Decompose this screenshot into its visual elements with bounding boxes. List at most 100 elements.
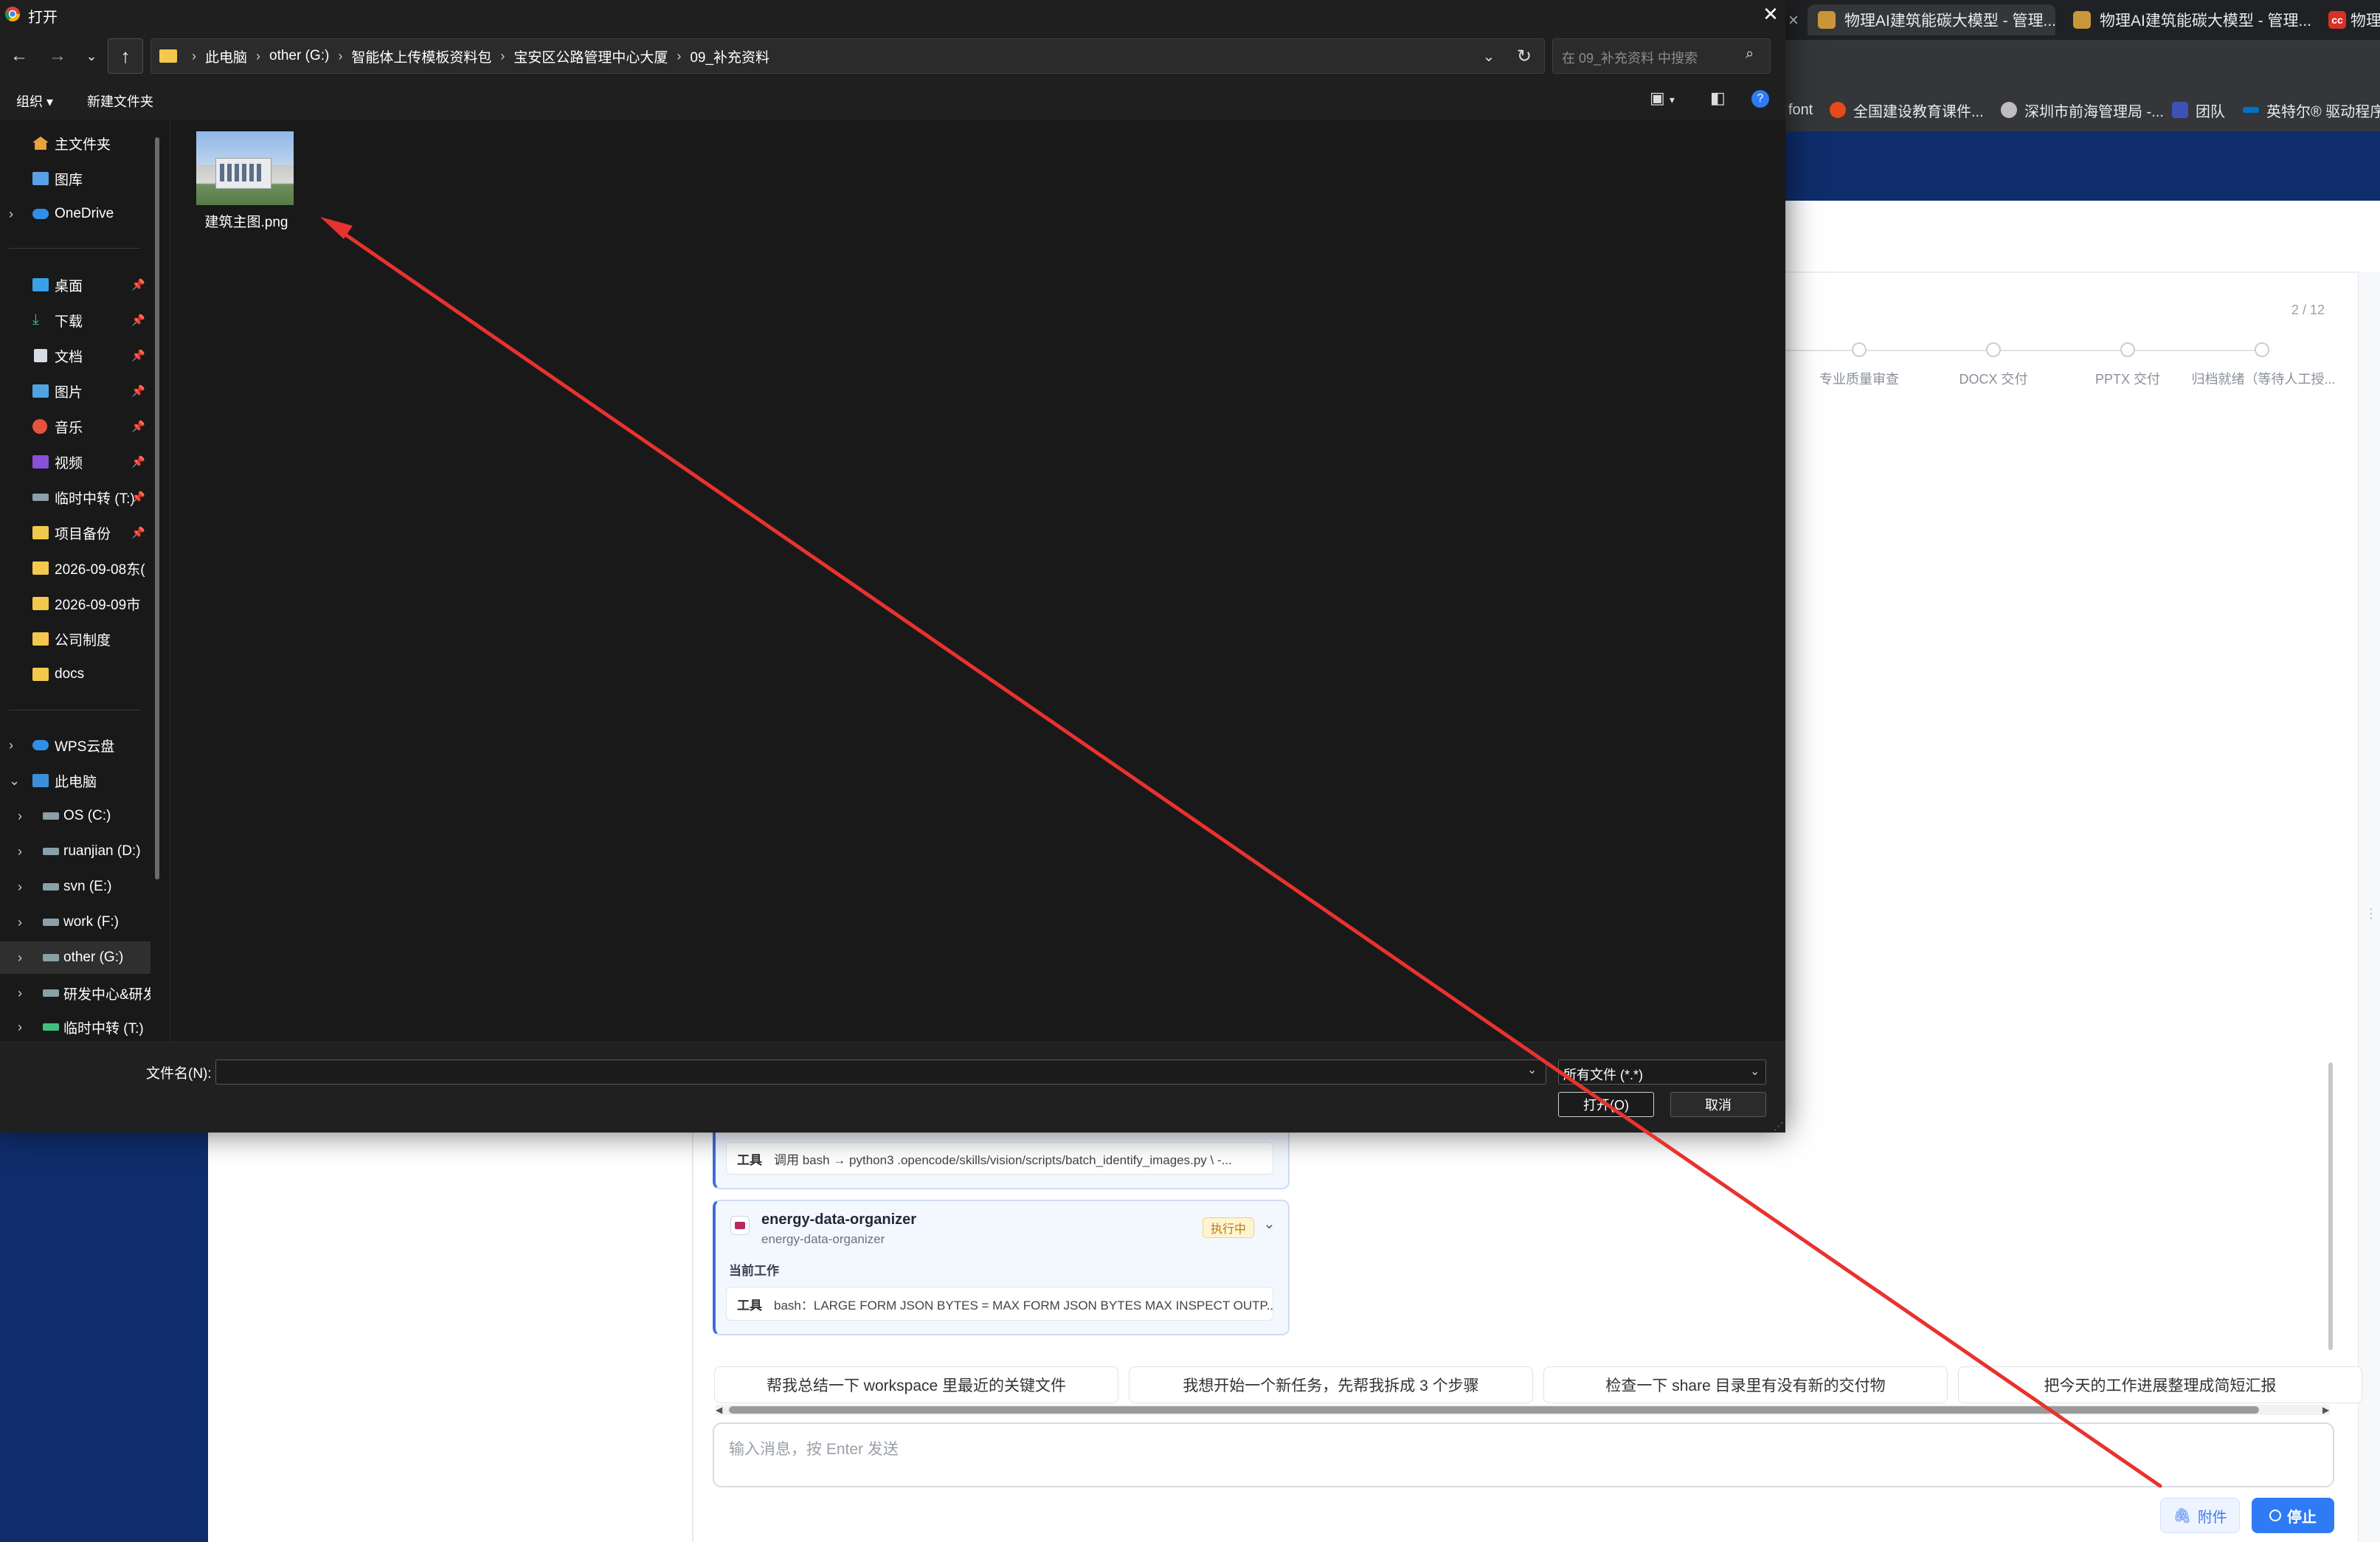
pin-icon[interactable]: 📌 bbox=[131, 278, 145, 291]
browser-tab[interactable]: 物理AI建筑能碳大模型 - 管理... × bbox=[2063, 4, 2311, 35]
chevron-right-icon[interactable]: › bbox=[18, 915, 22, 930]
forward-arrow-icon[interactable]: → bbox=[43, 41, 72, 71]
nav-item-drive[interactable]: › 临时中转 (T:) bbox=[0, 1012, 151, 1042]
nav-item-home[interactable]: 主文件夹 bbox=[0, 127, 151, 159]
pin-icon[interactable]: 📌 bbox=[131, 349, 145, 362]
nav-item-drive[interactable]: › work (F:) bbox=[0, 906, 151, 938]
panel-scrollbar[interactable] bbox=[2328, 1062, 2333, 1350]
breadcrumb-item[interactable]: 09_补充资料 bbox=[690, 46, 769, 66]
file-type-select[interactable]: 所有文件 (*.*) bbox=[1558, 1059, 1766, 1085]
drag-handle-icon[interactable]: ⋮ bbox=[2365, 906, 2378, 922]
step-label: 归档就绪（等待人工授... bbox=[2191, 372, 2336, 387]
chevron-right-icon[interactable]: › bbox=[256, 49, 260, 64]
bookmark-item[interactable]: 团队 bbox=[2172, 97, 2225, 122]
browser-tab[interactable]: cc 物理 bbox=[2322, 4, 2380, 35]
chevron-right-icon[interactable]: › bbox=[192, 49, 196, 64]
recent-locations-chevron-icon[interactable]: ⌄ bbox=[77, 41, 106, 71]
scroll-left-icon[interactable]: ◀ bbox=[716, 1405, 722, 1415]
bookmark-item[interactable]: 英特尔® 驱动程序... bbox=[2243, 97, 2380, 122]
nav-item-drive[interactable]: › svn (E:) bbox=[0, 871, 151, 903]
pin-icon[interactable]: 📌 bbox=[131, 455, 145, 469]
nav-item-quick[interactable]: ⤓ 下载 📌 bbox=[0, 304, 151, 336]
nav-item-quick[interactable]: 公司制度 bbox=[0, 623, 151, 655]
suggestion-chip[interactable]: 检查一下 share 目录里有没有新的交付物 bbox=[1543, 1366, 1948, 1403]
nav-item-gallery[interactable]: 图库 bbox=[0, 162, 151, 195]
nav-scrollbar[interactable] bbox=[155, 137, 159, 879]
back-arrow-icon[interactable]: ← bbox=[4, 41, 34, 71]
chevron-right-icon[interactable]: › bbox=[18, 809, 22, 824]
chevron-right-icon[interactable]: › bbox=[18, 879, 22, 895]
file-name[interactable]: 建筑主图.png bbox=[174, 211, 319, 231]
pin-icon[interactable]: 📌 bbox=[131, 314, 145, 327]
breadcrumb-item[interactable]: 智能体上传模板资料包 bbox=[351, 46, 491, 66]
breadcrumb-item[interactable]: 宝安区公路管理中心大厦 bbox=[513, 46, 668, 66]
organize-menu[interactable]: 组织 ▾ bbox=[16, 91, 53, 111]
pin-icon[interactable]: 📌 bbox=[131, 491, 145, 504]
nav-item-quick[interactable]: 项目备份 📌 bbox=[0, 516, 151, 549]
close-icon[interactable]: ✕ bbox=[1756, 0, 1785, 28]
pin-icon[interactable]: 📌 bbox=[131, 384, 145, 398]
new-folder-button[interactable]: 新建文件夹 bbox=[87, 91, 153, 111]
chevron-right-icon[interactable]: › bbox=[18, 950, 22, 966]
bookmark-item[interactable]: 全国建设教育课件... bbox=[1830, 97, 1984, 122]
nav-item-quick[interactable]: 临时中转 (T:) 📌 bbox=[0, 481, 151, 514]
nav-item-drive[interactable]: › ruanjian (D:) bbox=[0, 835, 151, 868]
help-icon[interactable]: ? bbox=[1751, 90, 1769, 108]
stop-button[interactable]: 停止 bbox=[2252, 1498, 2334, 1533]
nav-item-wps[interactable]: › WPS云盘 bbox=[0, 729, 151, 761]
chevron-right-icon[interactable]: › bbox=[500, 49, 505, 64]
nav-item-quick[interactable]: 文档 📌 bbox=[0, 339, 151, 372]
chevron-right-icon[interactable]: › bbox=[9, 738, 13, 753]
up-arrow-icon[interactable]: ↑ bbox=[108, 38, 143, 74]
chevron-down-icon[interactable]: ⌄ bbox=[1527, 1062, 1537, 1077]
nav-item-quick[interactable]: 音乐 📌 bbox=[0, 410, 151, 443]
bookmark-item[interactable]: font bbox=[1788, 97, 1813, 122]
address-dropdown-icon[interactable]: ⌄ bbox=[1474, 38, 1504, 74]
breadcrumb-item[interactable]: other (G:) bbox=[269, 48, 329, 64]
nav-item-quick[interactable]: 视频 📌 bbox=[0, 446, 151, 478]
open-button[interactable]: 打开(O) bbox=[1558, 1092, 1654, 1117]
chevron-right-icon[interactable]: › bbox=[338, 49, 342, 64]
attach-button[interactable]: 🖇 附件 bbox=[2160, 1498, 2240, 1533]
nav-item-quick[interactable]: 图片 📌 bbox=[0, 375, 151, 407]
search-input[interactable]: 在 09_补充资料 中搜索 bbox=[1552, 38, 1771, 74]
filename-input[interactable] bbox=[215, 1059, 1546, 1085]
pin-icon[interactable]: 📌 bbox=[131, 526, 145, 539]
suggestion-chip[interactable]: 我想开始一个新任务，先帮我拆成 3 个步骤 bbox=[1129, 1366, 1533, 1403]
nav-item-drive[interactable]: › OS (C:) bbox=[0, 800, 151, 832]
chevron-right-icon[interactable]: › bbox=[18, 844, 22, 860]
breadcrumb-item[interactable]: 此电脑 bbox=[205, 46, 247, 66]
nav-item-quick[interactable]: docs bbox=[0, 658, 151, 691]
nav-item-quick[interactable]: 2026-09-09市 bbox=[0, 587, 151, 620]
nav-item-drive[interactable]: › 研发中心&研发 bbox=[0, 977, 151, 1009]
suggestion-chip[interactable]: 把今天的工作进展整理成简短汇报 bbox=[1958, 1366, 2362, 1403]
refresh-icon[interactable]: ↻ bbox=[1508, 38, 1540, 74]
chevron-down-icon[interactable]: ⌄ bbox=[1750, 1064, 1760, 1079]
chevron-down-icon[interactable]: ⌄ bbox=[9, 773, 20, 789]
scrollbar-thumb[interactable] bbox=[729, 1406, 2259, 1414]
scroll-right-icon[interactable]: ▶ bbox=[2322, 1405, 2329, 1415]
search-icon[interactable]: ⌕ bbox=[1746, 46, 1754, 63]
close-tab-icon[interactable]: × bbox=[1788, 10, 1799, 31]
nav-item-drive[interactable]: › other (G:) bbox=[0, 941, 151, 974]
chevron-right-icon[interactable]: › bbox=[18, 986, 22, 1001]
nav-item-this-pc[interactable]: ⌄ 此电脑 bbox=[0, 764, 151, 797]
preview-pane-icon[interactable]: ◧ bbox=[1710, 89, 1726, 108]
chevron-right-icon[interactable]: › bbox=[9, 207, 13, 222]
file-thumbnail[interactable] bbox=[196, 131, 294, 205]
change-view-icon[interactable]: ▣ ▾ bbox=[1650, 89, 1675, 108]
drive-icon bbox=[43, 883, 59, 891]
browser-tab[interactable]: 物理AI建筑能碳大模型 - 管理... × bbox=[1808, 4, 2055, 35]
nav-item-onedrive[interactable]: › OneDrive bbox=[0, 198, 151, 230]
cancel-button[interactable]: 取消 bbox=[1670, 1092, 1766, 1117]
pin-icon[interactable]: 📌 bbox=[131, 420, 145, 433]
bookmark-item[interactable]: 深圳市前海管理局 -... bbox=[2001, 97, 2164, 122]
resize-grip-icon[interactable]: ⋰ bbox=[1774, 1120, 1784, 1133]
chat-input[interactable]: 输入消息，按 Enter 发送 bbox=[713, 1422, 2334, 1487]
chevron-right-icon[interactable]: › bbox=[18, 1020, 22, 1035]
chevron-down-icon[interactable]: ⌄ bbox=[1263, 1214, 1276, 1233]
nav-item-quick[interactable]: 桌面 📌 bbox=[0, 269, 151, 301]
nav-item-quick[interactable]: 2026-09-08东( bbox=[0, 552, 151, 584]
suggestion-chip[interactable]: 帮我总结一下 workspace 里最近的关键文件 bbox=[714, 1366, 1118, 1403]
chevron-right-icon[interactable]: › bbox=[677, 49, 681, 64]
